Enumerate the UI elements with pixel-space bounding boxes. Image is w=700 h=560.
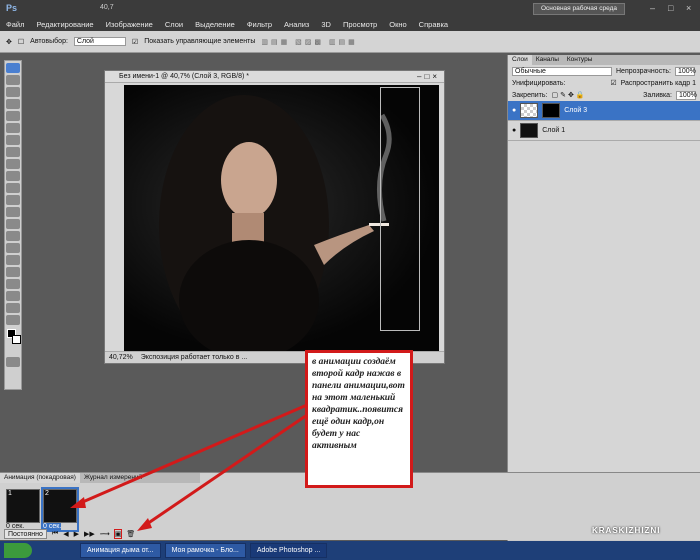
taskbar-item[interactable]: Adobe Photoshop ... <box>249 543 328 558</box>
watermark: KRASKIZHIZNI <box>592 526 661 535</box>
instruction-callout: в анимации создаём второй кадр нажав в п… <box>305 350 413 488</box>
taskbar-item[interactable]: Анимация дыма от... <box>80 543 161 558</box>
taskbar: Анимация дыма от... Моя рамочка - Бло...… <box>0 541 700 560</box>
start-button[interactable] <box>4 543 32 558</box>
taskbar-item[interactable]: Моя рамочка - Бло... <box>164 543 246 558</box>
